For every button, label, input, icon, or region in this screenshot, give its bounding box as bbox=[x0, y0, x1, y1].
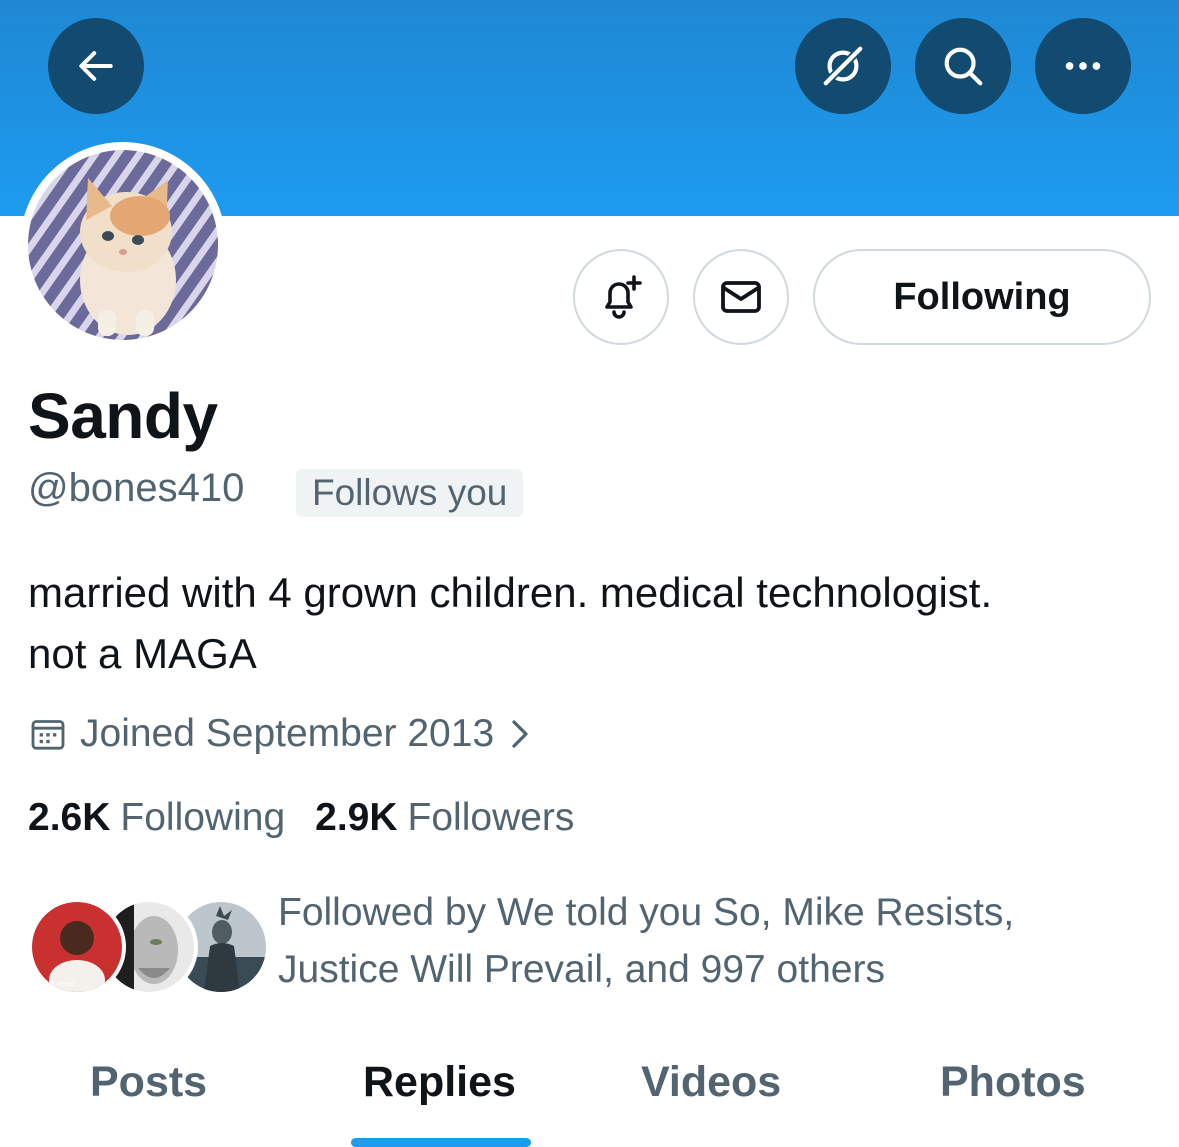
followed-by-line: Justice Will Prevail, and 997 others bbox=[278, 948, 885, 991]
notifications-button[interactable] bbox=[573, 249, 669, 345]
profile-bio: married with 4 grown children. medical t… bbox=[28, 562, 1148, 684]
back-arrow-icon bbox=[79, 51, 113, 81]
more-icon bbox=[1065, 62, 1101, 70]
followers-you-know[interactable]: le Pictures Followed by We told you So, … bbox=[28, 884, 1158, 1000]
back-button[interactable] bbox=[48, 18, 144, 114]
followed-by-line: Followed by We told you So, Mike Resists… bbox=[278, 891, 1015, 934]
search-icon bbox=[944, 47, 983, 86]
more-button[interactable] bbox=[1035, 18, 1131, 114]
following-button[interactable]: Following bbox=[813, 249, 1151, 345]
tab-videos[interactable]: Videos bbox=[641, 1054, 781, 1110]
tab-replies[interactable]: Replies bbox=[363, 1054, 516, 1110]
following-count-link[interactable]: 2.6K Following bbox=[28, 792, 285, 844]
followed-by-text: Followed by We told you So, Mike Resists… bbox=[278, 884, 1098, 998]
svg-text:le Pictures: le Pictures bbox=[42, 981, 75, 988]
kitten-avatar bbox=[28, 150, 218, 340]
followers-count: 2.9K bbox=[315, 796, 398, 839]
grok-icon bbox=[821, 44, 865, 88]
follower-avatar: le Pictures bbox=[28, 898, 126, 996]
envelope-icon bbox=[721, 281, 761, 313]
joined-date-text: Joined September 2013 bbox=[80, 712, 495, 755]
message-button[interactable] bbox=[693, 249, 789, 345]
active-tab-indicator bbox=[351, 1138, 531, 1147]
followers-count-link[interactable]: 2.9K Followers bbox=[315, 792, 574, 844]
profile-tabs: Posts Replies Videos Photos bbox=[0, 1040, 1179, 1147]
tab-posts[interactable]: Posts bbox=[90, 1054, 207, 1110]
following-label: Following bbox=[120, 796, 286, 839]
grok-button[interactable] bbox=[795, 18, 891, 114]
follows-you-badge: Follows you bbox=[296, 469, 524, 517]
chevron-right-icon bbox=[512, 720, 528, 748]
profile-avatar[interactable] bbox=[20, 142, 226, 348]
follow-stats: 2.6K Following 2.9K Followers bbox=[28, 792, 604, 844]
calendar-icon bbox=[31, 720, 65, 750]
tab-photos[interactable]: Photos bbox=[940, 1054, 1086, 1110]
display-name: Sandy bbox=[28, 380, 218, 452]
bell-plus-icon bbox=[605, 275, 642, 319]
followers-label: Followers bbox=[407, 796, 575, 839]
username-handle: @bones410 bbox=[28, 466, 245, 510]
search-button[interactable] bbox=[915, 18, 1011, 114]
bio-line: married with 4 grown children. medical t… bbox=[28, 569, 993, 616]
following-count: 2.6K bbox=[28, 796, 111, 839]
joined-date-link[interactable]: Joined September 2013 bbox=[28, 708, 534, 760]
bio-line: not a MAGA bbox=[28, 630, 257, 677]
